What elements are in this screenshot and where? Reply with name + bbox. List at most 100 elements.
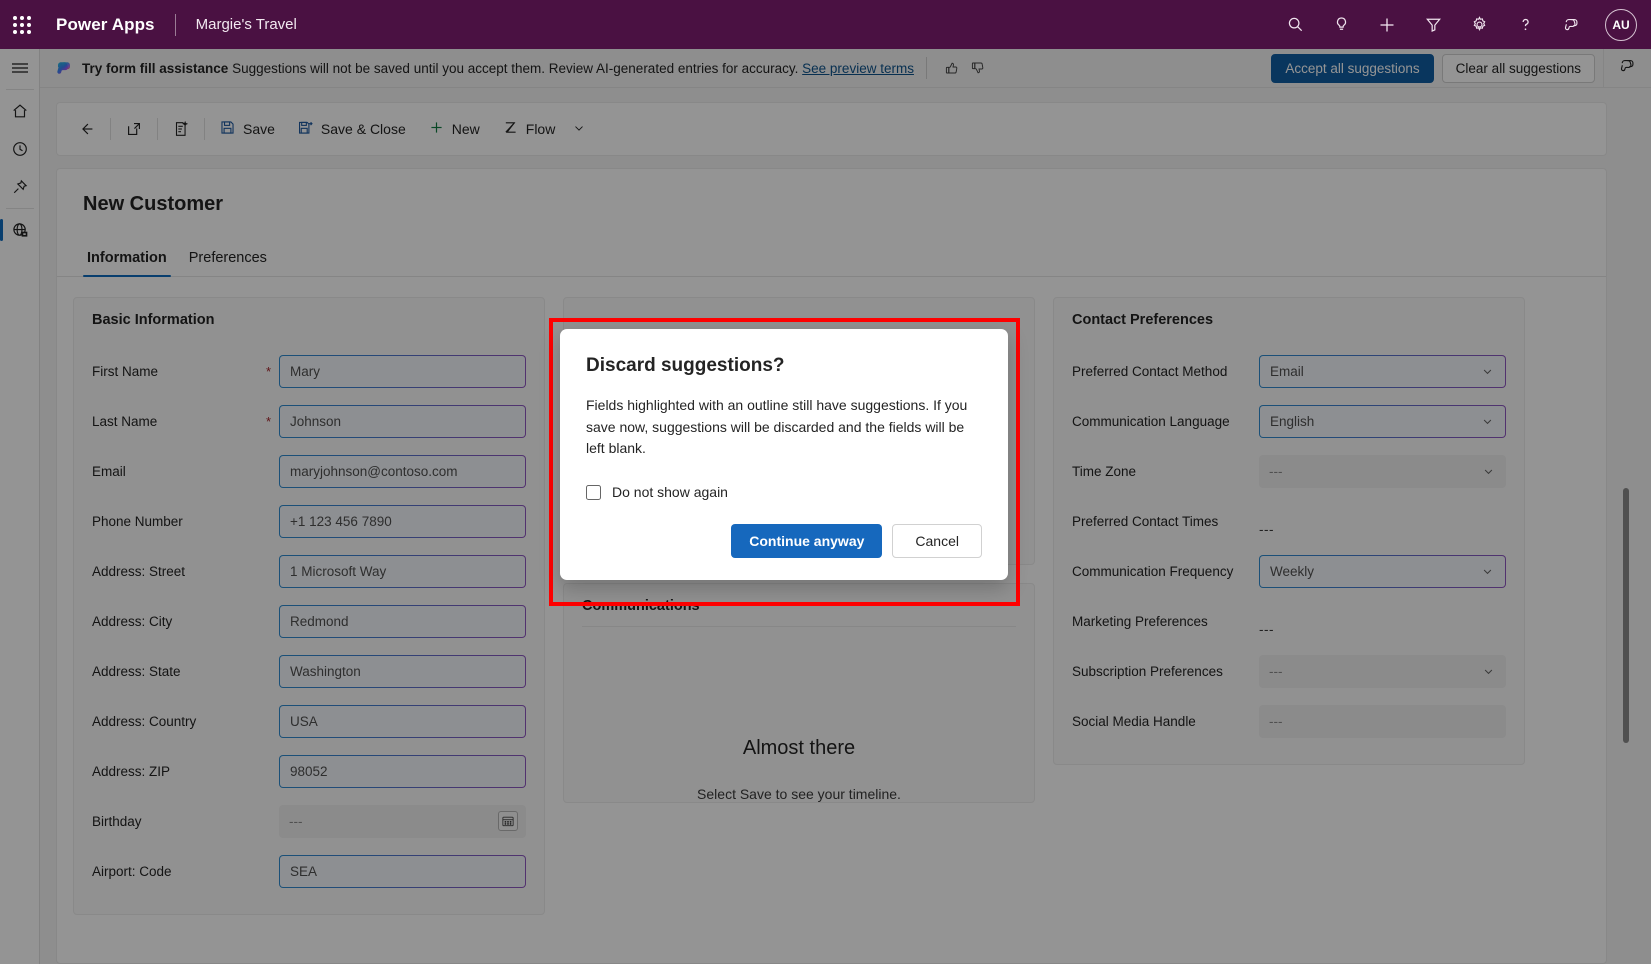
field-value-birthday: ---	[289, 814, 303, 829]
field-label-airport-code: Airport: Code	[92, 864, 279, 879]
select-subscription-preferences[interactable]: ---	[1259, 655, 1506, 688]
field-label-marketing-preferences: Marketing Preferences	[1072, 614, 1259, 629]
new-label: New	[452, 121, 480, 137]
field-label-preferred-contact-method: Preferred Contact Method	[1072, 364, 1259, 379]
input-last-name[interactable]: Johnson	[279, 405, 526, 438]
form-fill-assist-button[interactable]	[161, 110, 201, 148]
basic-information-title: Basic Information	[92, 312, 526, 328]
field-label-first-name: First Name	[92, 364, 266, 379]
banner-body: Suggestions will not be saved until you …	[232, 61, 798, 76]
select-communication-frequency[interactable]: Weekly	[1259, 555, 1506, 588]
select-time-zone[interactable]: ---	[1259, 455, 1506, 488]
chevron-down-icon[interactable]	[1481, 664, 1496, 679]
input-address-zip[interactable]: 98052	[279, 755, 526, 788]
lightbulb-icon[interactable]	[1321, 5, 1361, 45]
see-preview-terms-link[interactable]: See preview terms	[802, 61, 914, 76]
command-divider	[204, 118, 205, 140]
vertical-scrollbar[interactable]	[1623, 488, 1629, 743]
do-not-show-again-label: Do not show again	[612, 484, 728, 500]
input-first-name[interactable]: Mary	[279, 355, 526, 388]
input-address-city[interactable]: Redmond	[279, 605, 526, 638]
field-label-email: Email	[92, 464, 279, 479]
field-control-social-media-handle: ---	[1259, 705, 1506, 738]
clear-all-suggestions-button[interactable]: Clear all suggestions	[1442, 54, 1595, 83]
cancel-button[interactable]: Cancel	[892, 524, 982, 558]
input-airport-code[interactable]: SEA	[279, 855, 526, 888]
site-map-icon[interactable]	[0, 211, 40, 249]
brand-label[interactable]: Power Apps	[56, 15, 155, 35]
app-name-label[interactable]: Margie's Travel	[196, 16, 297, 33]
field-value-communication-language: English	[1270, 414, 1314, 429]
tab-information[interactable]: Information	[79, 244, 175, 276]
field-value-social-media-handle: ---	[1269, 714, 1283, 729]
field-control-subscription-preferences: ---	[1259, 655, 1506, 688]
chevron-down-icon[interactable]	[572, 121, 586, 138]
field-value-email: maryjohnson@contoso.com	[290, 464, 458, 479]
input-address-street[interactable]: 1 Microsoft Way	[279, 555, 526, 588]
field-control-preferred-contact-times: ---	[1259, 506, 1506, 537]
field-row-time-zone: Time Zone---	[1072, 446, 1506, 496]
column-contact-preferences: Contact Preferences Preferred Contact Me…	[1053, 297, 1525, 765]
field-control-marketing-preferences: ---	[1259, 606, 1506, 637]
timeline-empty-title: Almost there	[743, 737, 855, 760]
field-label-address-country: Address: Country	[92, 714, 279, 729]
input-address-country[interactable]: USA	[279, 705, 526, 738]
hamburger-icon[interactable]	[0, 49, 40, 87]
pinned-icon[interactable]	[0, 168, 40, 206]
save-and-close-label: Save & Close	[321, 121, 406, 137]
save-close-icon	[297, 119, 314, 139]
field-control-address-city: Redmond	[279, 605, 526, 638]
thumbs-down-icon[interactable]	[965, 55, 991, 81]
filter-icon[interactable]	[1413, 5, 1453, 45]
select-preferred-contact-method[interactable]: Email	[1259, 355, 1506, 388]
back-button[interactable]	[67, 110, 107, 148]
input-phone-number[interactable]: +1 123 456 7890	[279, 505, 526, 538]
new-button[interactable]: New	[417, 110, 491, 148]
chevron-down-icon[interactable]	[1480, 564, 1495, 579]
input-address-state[interactable]: Washington	[279, 655, 526, 688]
thumbs-up-icon[interactable]	[939, 55, 965, 81]
field-control-preferred-contact-method: Email	[1259, 355, 1506, 388]
checkbox-box[interactable]	[586, 485, 601, 500]
help-icon[interactable]	[1505, 5, 1545, 45]
plus-icon[interactable]	[1367, 5, 1407, 45]
flow-button[interactable]: Flow	[491, 110, 598, 148]
chevron-down-icon[interactable]	[1480, 414, 1495, 429]
recent-icon[interactable]	[0, 130, 40, 168]
home-icon[interactable]	[0, 92, 40, 130]
field-label-communication-language: Communication Language	[1072, 414, 1259, 429]
field-value-phone-number: +1 123 456 7890	[290, 514, 392, 529]
select-communication-language[interactable]: English	[1259, 405, 1506, 438]
dialog-body: Fields highlighted with an outline still…	[586, 395, 982, 460]
copilot-icon[interactable]	[1551, 5, 1591, 45]
do-not-show-again-checkbox[interactable]: Do not show again	[586, 484, 982, 500]
field-control-communication-language: English	[1259, 405, 1506, 438]
search-icon[interactable]	[1275, 5, 1315, 45]
input-birthday[interactable]: ---	[279, 805, 526, 838]
tab-preferences[interactable]: Preferences	[181, 244, 275, 276]
field-label-address-state: Address: State	[92, 664, 279, 679]
field-value-address-state: Washington	[290, 664, 361, 679]
calendar-icon[interactable]	[498, 811, 518, 831]
copilot-panel-icon[interactable]	[1618, 56, 1637, 80]
save-and-close-button[interactable]: Save & Close	[286, 110, 417, 148]
timeline-empty-subtitle: Select Save to see your timeline.	[697, 786, 901, 802]
communications-card: Communications Almost there Select Save …	[563, 583, 1035, 803]
accept-all-suggestions-button[interactable]: Accept all suggestions	[1271, 54, 1433, 83]
chevron-down-icon[interactable]	[1481, 464, 1496, 479]
command-bar: Save Save & Close	[56, 102, 1607, 156]
avatar[interactable]: AU	[1605, 9, 1637, 41]
contact-preferences-card: Contact Preferences Preferred Contact Me…	[1053, 297, 1525, 765]
rail-divider	[6, 89, 34, 90]
save-button[interactable]: Save	[208, 110, 286, 148]
input-email[interactable]: maryjohnson@contoso.com	[279, 455, 526, 488]
app-launcher-icon[interactable]	[0, 0, 44, 49]
chevron-down-icon[interactable]	[1480, 364, 1495, 379]
gear-icon[interactable]	[1459, 5, 1499, 45]
field-row-last-name: Last Name*Johnson	[92, 396, 526, 446]
field-row-address-street: Address: Street1 Microsoft Way	[92, 546, 526, 596]
popout-button[interactable]	[114, 110, 154, 148]
input-social-media-handle[interactable]: ---	[1259, 705, 1506, 738]
continue-anyway-button[interactable]: Continue anyway	[731, 524, 882, 558]
field-value-address-zip: 98052	[290, 764, 328, 779]
